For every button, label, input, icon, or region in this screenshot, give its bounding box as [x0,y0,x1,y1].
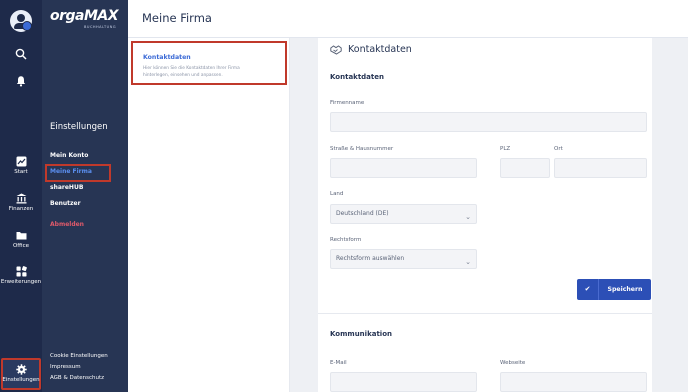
card-title: Kontaktdaten [330,44,412,55]
sidebar-title: Einstellungen [50,122,108,132]
search-icon[interactable] [0,48,42,60]
chevron-down-icon: ⌄ [465,258,471,266]
gear-icon [15,364,27,375]
plz-input[interactable] [500,158,550,178]
rechtsform-select-value: Rechtsform auswählen [336,255,405,262]
rail-item-einstellungen[interactable]: Einstellungen [0,364,42,383]
ort-label: Ort [554,146,563,152]
land-label: Land [330,191,344,197]
firmenname-input[interactable] [330,112,647,132]
sidebar-item-sharehub[interactable]: shareHUB [50,184,83,191]
rail-item-finanzen[interactable]: Finanzen [0,193,42,212]
page-title: Meine Firma [142,11,212,25]
bell-icon[interactable] [0,75,42,87]
footer-link-impressum[interactable]: Impressum [50,364,81,370]
rail-item-office[interactable]: Office [0,230,42,249]
section-divider [318,313,652,314]
card-title-text: Kontaktdaten [348,44,412,55]
icon-rail: Start Finanzen Office Erweiterungen Eins… [0,0,42,392]
rail-item-label: Erweiterungen [0,279,42,285]
webseite-label: Webseite [500,360,526,366]
rail-item-label: Office [12,243,30,249]
avatar-badge-icon [22,21,32,31]
folder-icon [16,232,26,240]
land-select[interactable]: Deutschland (DE) ⌄ [330,204,477,224]
firmenname-label: Firmenname [330,100,365,106]
footer-link-agb[interactable]: AGB & Datenschutz [50,375,104,381]
page-header: Meine Firma [128,0,688,38]
brand-logo[interactable]: orgaMAX [50,8,119,24]
subnav-item-description: Hier können Sie die Kontaktdaten Ihrer F… [143,66,240,78]
email-label: E-Mail [330,360,347,366]
settings-sidebar: orgaMAX BUCHHALTUNG Einstellungen Mein K… [42,0,128,392]
section-title-kommunikation: Kommunikation [330,330,392,338]
sidebar-item-abmelden[interactable]: Abmelden [50,221,84,228]
footer-link-cookies[interactable]: Cookie Einstellungen [50,353,108,359]
handshake-icon [330,44,342,55]
sidebar-item-mein-konto[interactable]: Mein Konto [50,152,88,159]
rail-item-label: Einstellungen [2,377,40,383]
save-button-label: Speichern [607,286,643,293]
subnav-item-title: Kontaktdaten [143,54,191,61]
rail-item-start[interactable]: Start [0,156,42,175]
sidebar-item-benutzer[interactable]: Benutzer [50,200,81,207]
land-select-value: Deutschland (DE) [336,210,389,217]
section-title-kontaktdaten: Kontaktdaten [330,73,384,81]
chart-icon [16,156,26,167]
save-button[interactable]: ✔ Speichern [577,279,651,300]
bank-icon [16,193,26,204]
webseite-input[interactable] [500,372,647,392]
strasse-input[interactable] [330,158,477,178]
rail-item-label: Start [14,169,28,175]
content-area: Kontaktdaten Kontaktdaten Firmenname Str… [290,38,662,392]
rechtsform-select[interactable]: Rechtsform auswählen ⌄ [330,249,477,269]
email-input[interactable] [330,372,477,392]
strasse-label: Straße & Hausnummer [330,146,394,152]
extensions-icon [16,266,27,277]
brand-subtitle: BUCHHALTUNG [84,25,117,29]
chevron-down-icon: ⌄ [465,213,471,221]
sidebar-item-meine-firma[interactable]: Meine Firma [50,168,92,175]
rail-item-erweiterungen[interactable]: Erweiterungen [0,266,42,285]
rail-item-label: Finanzen [8,206,34,212]
subnav-item-kontaktdaten[interactable]: Kontaktdaten Hier können Sie die Kontakt… [131,41,287,85]
checkmark-icon: ✔ [577,279,599,300]
rechtsform-label: Rechtsform [330,237,362,243]
sub-navigation: Kontaktdaten Hier können Sie die Kontakt… [128,38,290,392]
contact-form-card: Kontaktdaten Kontaktdaten Firmenname Str… [318,38,652,392]
ort-input[interactable] [554,158,647,178]
plz-label: PLZ [500,146,511,152]
